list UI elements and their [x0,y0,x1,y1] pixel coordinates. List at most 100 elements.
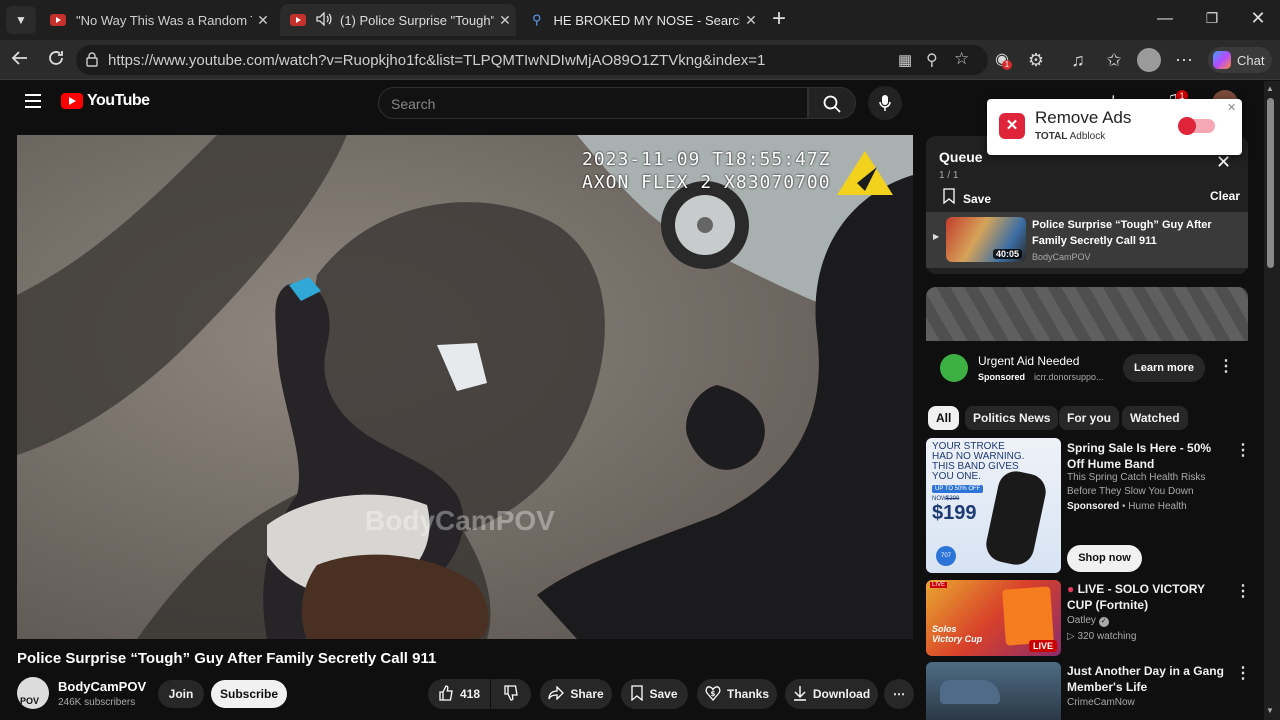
voice-search-button[interactable] [868,86,902,120]
join-button[interactable]: Join [158,680,204,708]
toggle-knob [1178,117,1196,135]
related-more-icon[interactable]: ⋮ [1235,440,1251,460]
save-button[interactable]: Save [621,679,688,709]
download-icon [793,685,807,704]
related-video-title[interactable]: Just Another Day in a Gang Member's Life [1067,663,1227,695]
ad-title: Urgent Aid Needed [978,354,1080,368]
scroll-up-arrow-icon[interactable]: ▲ [1266,84,1274,93]
bookmark-icon [943,188,955,209]
minimize-button[interactable]: — [1150,10,1180,30]
thanks-label: Thanks [726,687,769,701]
video-player[interactable]: 2023-11-09 T18:55:47Z AXON FLEX 2 X83070… [17,135,913,639]
related-ad-thumbnail[interactable]: YOUR STROKE HAD NO WARNING. THIS BAND GI… [926,438,1061,573]
ad-more-icon[interactable]: ⋮ [1218,356,1234,376]
youtube-play-logo-icon [61,93,83,109]
verified-check-icon: ✓ [1098,617,1109,627]
browser-tab[interactable]: ⚲ HE BROKED MY NOSE - Search ✕ [522,4,762,36]
watching-count: 320 watching [1077,631,1137,642]
channel-avatar[interactable]: POV [17,677,49,709]
related-video-title[interactable]: ● LIVE - SOLO VICTORY CUP (Fortnite) [1067,581,1227,613]
related-video-channel[interactable]: Oatley ✓ [1067,614,1109,628]
related-more-icon[interactable]: ⋮ [1235,663,1251,683]
search-input[interactable]: Search [378,87,808,119]
related-video-channel[interactable]: CrimeCamNow [1067,696,1135,710]
youtube-favicon-icon [290,14,306,26]
channel-name-text: Oatley [1067,615,1096,626]
scroll-down-arrow-icon[interactable]: ▼ [1266,706,1274,715]
chip-for-you[interactable]: For you [1059,406,1119,430]
queue-save-label: Save [963,191,992,206]
like-button[interactable]: 418 [428,679,490,709]
chip-watched[interactable]: Watched [1122,406,1188,430]
related-ad-title[interactable]: Spring Sale Is Here - 50% Off Hume Band [1067,440,1227,472]
queue-item-channel: BodyCamPOV [1032,252,1091,262]
close-window-button[interactable]: ✕ [1243,8,1273,28]
app-available-icon[interactable]: ▦ [898,51,912,69]
sponsored-ad-card[interactable]: Urgent Aid Needed Sponsored icrr.donorsu… [926,287,1248,398]
queue-item[interactable]: ▶ 40:05 Police Surprise “Tough” Guy Afte… [926,212,1248,268]
queue-close-icon[interactable]: ✕ [1216,152,1231,173]
new-tab-button[interactable]: + [766,6,792,34]
address-bar[interactable]: https://www.youtube.com/watch?v=Ruopkjho… [76,45,988,75]
tab-actions-menu-button[interactable]: ▼ [6,6,36,34]
hamburger-menu-icon[interactable] [24,93,42,109]
extensions-puzzle-icon[interactable]: ⚙ [1024,48,1048,72]
favorites-icon[interactable]: ✩ [1102,48,1126,72]
speaker-icon[interactable] [316,10,332,29]
bookmark-icon [631,684,644,704]
copilot-icon [1213,51,1231,69]
queue-save-button[interactable]: Save [943,188,991,209]
related-more-icon[interactable]: ⋮ [1235,581,1251,601]
media-control-icon[interactable]: ♫ [1066,48,1090,72]
adblock-close-icon[interactable]: ✕ [1227,101,1236,114]
share-label: Share [570,687,604,701]
sponsored-label: Sponsored [1067,501,1120,512]
shop-now-button[interactable]: Shop now [1067,545,1142,572]
chip-politics-news[interactable]: Politics News [965,406,1059,430]
ad-sponsored-label: Sponsored [978,372,1026,382]
dislike-button[interactable] [491,679,531,709]
more-menu-icon[interactable]: ⋯ [1172,48,1196,72]
remove-ads-toggle[interactable] [1178,117,1215,135]
browser-tab[interactable]: "No Way This Was a Random Traffic Stop" … [40,4,274,36]
share-arrow-icon [548,684,565,703]
queue-clear-button[interactable]: Clear [1210,189,1240,203]
search-button[interactable] [808,87,856,119]
restore-button[interactable]: ❐ [1197,10,1227,30]
tab-close-icon[interactable]: ✕ [252,12,274,29]
live-badge: LIVE [1028,640,1057,652]
channel-name[interactable]: BodyCamPOV [58,679,146,694]
adblock-extension-icon[interactable]: ◉ 1 [990,48,1014,72]
related-ad-description: This Spring Catch Health Risks Before Th… [1067,472,1206,497]
tab-close-icon[interactable]: ✕ [740,12,762,29]
advertiser-name: Hume Health [1128,501,1187,512]
back-arrow-icon[interactable] [8,48,32,72]
download-button[interactable]: Download [785,679,878,709]
chip-all[interactable]: All [928,406,960,430]
lock-icon[interactable] [84,51,100,71]
thanks-button[interactable]: $ Thanks [697,679,777,709]
share-button[interactable]: Share [540,679,612,709]
more-actions-button[interactable]: ⋯ [884,679,914,709]
youtube-logo[interactable]: YouTube [61,92,150,110]
tab-close-icon[interactable]: ✕ [494,12,516,29]
thumbs-up-icon [438,684,454,704]
refresh-icon[interactable] [44,48,68,72]
related-video-thumbnail[interactable] [926,662,1061,720]
adblock-brand-rest: Adblock [1069,131,1106,142]
related-video-title-text: LIVE - SOLO VICTORY CUP (Fortnite) [1067,582,1205,612]
live-badge-text: LIVE [1032,641,1053,651]
learn-more-button[interactable]: Learn more [1123,354,1205,382]
zoom-icon[interactable]: ⚲ [926,50,938,70]
svg-text:$: $ [710,690,715,698]
scrollbar-thumb[interactable] [1267,98,1274,268]
ad-thumb-price: $199 [932,502,977,524]
browser-tab-active[interactable]: (1) Police Surprise "Tough" Guy After Fa… [280,4,516,36]
copilot-chat-button[interactable]: Chat [1208,47,1272,73]
profile-avatar-icon[interactable] [1137,48,1161,72]
subscribe-button[interactable]: Subscribe [211,680,287,708]
related-video-thumbnail[interactable]: LIVE Solos Victory Cup LIVE [926,580,1061,656]
favorite-star-icon[interactable]: ☆ [954,49,969,69]
queue-position: 1 / 1 [939,170,959,181]
now-playing-icon: ▶ [933,232,940,241]
